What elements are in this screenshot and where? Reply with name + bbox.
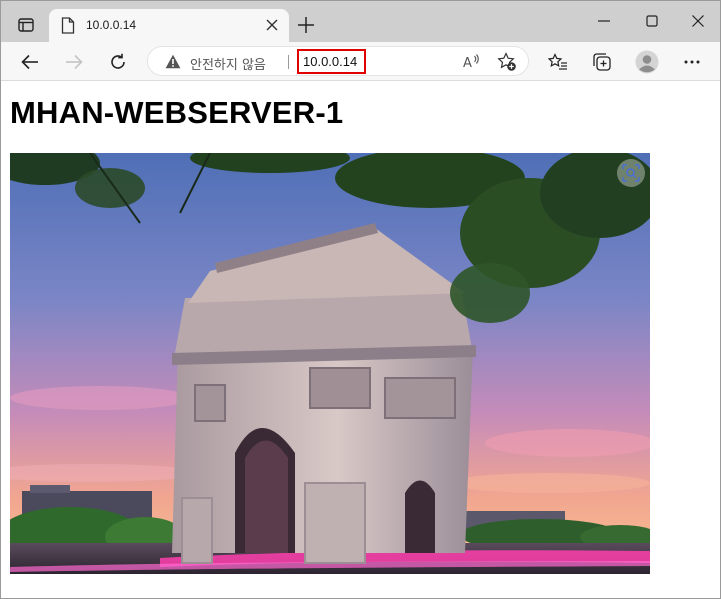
visual-search-button[interactable] [617, 159, 645, 187]
profile-button[interactable] [635, 50, 659, 74]
tab-actions-button[interactable] [11, 12, 41, 38]
collections-button[interactable] [590, 50, 614, 74]
avatar-icon [635, 50, 659, 74]
page-icon [61, 17, 75, 34]
tab-actions-icon [18, 18, 34, 32]
maximize-icon [646, 15, 658, 27]
arc-de-triomphe-photo [10, 153, 650, 574]
page-content: MHAN-WEBSERVER-1 [1, 81, 720, 598]
arc-de-triomphe-illustration [10, 153, 650, 574]
svg-text:A: A [463, 56, 472, 71]
favorites-button[interactable] [546, 50, 570, 74]
arrow-right-icon [66, 54, 83, 70]
more-options-icon [684, 60, 700, 64]
settings-menu-button[interactable] [680, 50, 704, 74]
navigation-toolbar: 안전하지 않음 10.0.0.14 A [1, 42, 720, 81]
url-text[interactable]: 10.0.0.14 [303, 54, 357, 69]
favorites-list-icon [548, 53, 567, 70]
minimize-button[interactable] [593, 11, 615, 31]
read-aloud-icon[interactable]: A [462, 53, 480, 71]
browser-window: 10.0.0.14 안전하지 않음 10.0.0.14 A MHAN-WEBSE… [0, 0, 721, 599]
new-tab-icon[interactable] [297, 16, 315, 34]
active-tab[interactable]: 10.0.0.14 [49, 9, 289, 42]
close-window-button[interactable] [687, 11, 709, 31]
tab-title: 10.0.0.14 [86, 18, 137, 32]
refresh-button[interactable] [106, 50, 130, 74]
minimize-icon [598, 20, 610, 22]
maximize-button[interactable] [641, 11, 663, 31]
arrow-left-icon [21, 54, 38, 70]
visual-search-icon [622, 164, 640, 182]
address-separator [288, 55, 289, 69]
refresh-icon [111, 53, 125, 69]
warning-icon[interactable] [165, 54, 181, 69]
page-title: MHAN-WEBSERVER-1 [10, 95, 344, 130]
close-icon [692, 15, 704, 27]
back-button[interactable] [18, 50, 42, 74]
add-favorite-icon[interactable] [497, 52, 517, 72]
close-tab-icon[interactable] [265, 18, 279, 32]
tab-strip: 10.0.0.14 [1, 1, 720, 42]
collections-icon [593, 53, 611, 71]
url-highlight-box: 10.0.0.14 [297, 49, 366, 74]
forward-button[interactable] [62, 50, 86, 74]
security-status-text[interactable]: 안전하지 않음 [190, 54, 266, 73]
address-bar[interactable]: 안전하지 않음 10.0.0.14 A [147, 46, 529, 76]
